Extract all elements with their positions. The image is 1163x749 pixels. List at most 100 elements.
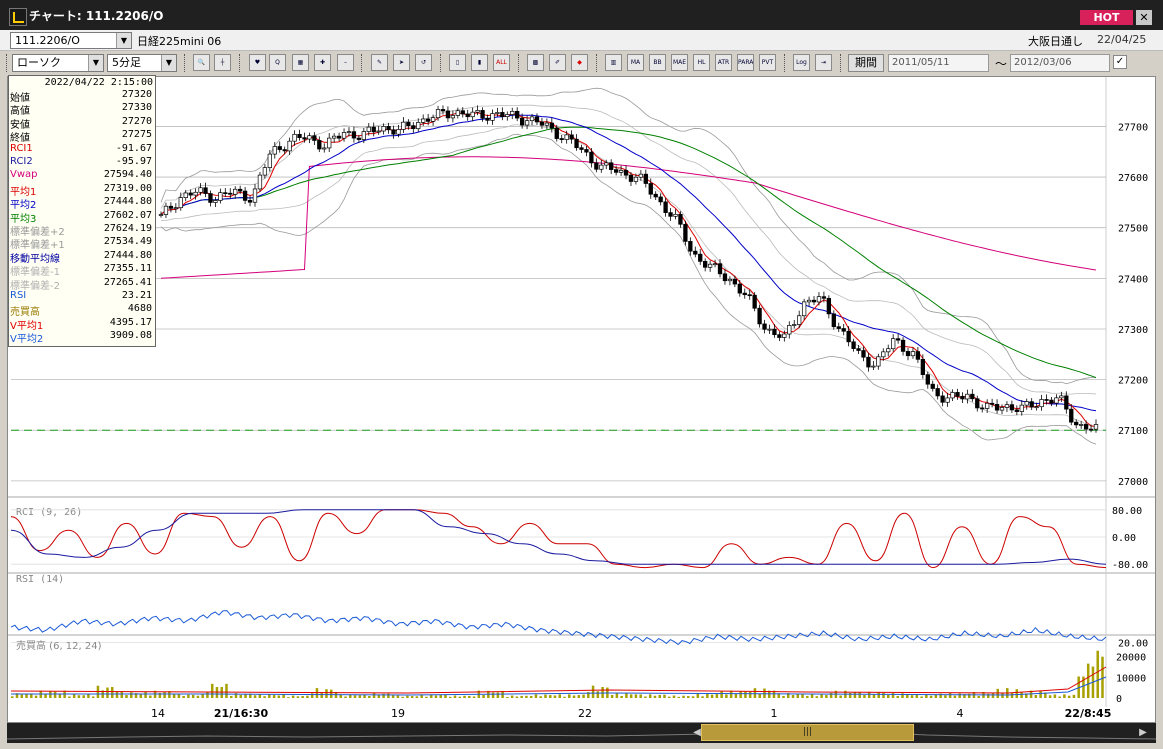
hot-button[interactable]: HOT [1080, 10, 1133, 25]
volume-bar [110, 687, 114, 698]
volume-bar [149, 695, 152, 698]
volume-bar [172, 694, 176, 698]
date-to-field[interactable]: 2012/03/06 [1010, 54, 1110, 72]
candle-body [411, 125, 416, 130]
hand-icon[interactable]: ↺ [415, 54, 432, 71]
export-icon[interactable]: ⇥ [815, 54, 832, 71]
candle-body [663, 201, 668, 213]
volume-bar [434, 695, 438, 698]
all-icon[interactable]: ALL [493, 54, 510, 71]
para-icon[interactable]: PARA [737, 54, 754, 71]
bars-icon[interactable]: ▥ [605, 54, 622, 71]
volume-bar [1086, 663, 1090, 698]
volume-panel-title: 売買高 (6, 12, 24) [16, 639, 102, 652]
symbol-code-select[interactable]: 111.2206/O ▼ [10, 32, 132, 49]
toolbar: ローソク ▼ 5分足 ▼ 🔍 ┼ ♥ Q ▦ ✚ – ✎ ➤ ↺ ▯ ▮ ALL… [0, 51, 1163, 75]
volume-bar [548, 695, 552, 698]
mae-icon[interactable]: MAE [671, 54, 688, 71]
volume-bar [253, 695, 257, 698]
candle-body [618, 170, 624, 173]
candle-body [515, 110, 520, 119]
candle-body [945, 397, 950, 403]
cursor-icon[interactable]: ➤ [393, 54, 410, 71]
log-icon[interactable]: Log [793, 54, 810, 71]
volume-bar [644, 696, 647, 698]
volume-bar [225, 683, 228, 698]
interval-select[interactable]: 5分足 ▼ [107, 54, 177, 72]
volume-bar [282, 694, 285, 698]
candle-body [717, 263, 723, 275]
chevron-down-icon[interactable]: ▼ [161, 55, 176, 71]
interval-value: 5分足 [112, 56, 141, 69]
grid-icon[interactable]: ▩ [527, 54, 544, 71]
volume-bar [825, 695, 828, 698]
period-checkbox[interactable]: ✓ [1113, 55, 1127, 69]
volume-bar [239, 694, 243, 698]
candle-body [876, 356, 881, 367]
volume-bar [620, 696, 623, 698]
volume-bar [958, 693, 961, 698]
price-tick-label: 27100 [1118, 426, 1148, 437]
info-row: V平均2 3909.08 [9, 330, 155, 345]
search-q-icon[interactable]: Q [269, 54, 286, 71]
candle2-icon[interactable]: ▮ [471, 54, 488, 71]
candle-body [905, 351, 911, 357]
x-axis-label: 1 [771, 707, 778, 720]
ma-icon[interactable]: MA [627, 54, 644, 71]
volume-bar [648, 694, 652, 698]
chart-canvas[interactable]: 27000 27100 27200 27300 27400 27500 27600 27700… [8, 77, 1156, 723]
volume-ma1-line [10, 666, 1107, 694]
candle-body [440, 109, 446, 112]
scroll-thumb[interactable]: ||| [701, 724, 914, 741]
chart-type-select[interactable]: ローソク ▼ [12, 54, 104, 72]
candle-body [871, 365, 876, 368]
candle-body [604, 162, 609, 166]
candle-body [985, 402, 990, 409]
crosshair-icon[interactable]: ┼ [214, 54, 231, 71]
time-scrollbar[interactable]: ◀ ||| ▶ [7, 723, 1156, 743]
volume-bar [596, 691, 600, 698]
volume-bar [187, 694, 190, 698]
price-tick-label: 27700 [1118, 122, 1148, 133]
volume-bar [329, 689, 333, 698]
candle-body [712, 263, 718, 266]
candle-body [297, 133, 302, 138]
candle-body [277, 146, 282, 150]
volume-bar [553, 695, 557, 698]
info-row: 売買高 4680 [9, 303, 155, 318]
volume-bar [296, 696, 300, 698]
pen-icon[interactable]: ✎ [371, 54, 388, 71]
scroll-right-arrow[interactable]: ▶ [1137, 726, 1149, 740]
palette-icon[interactable]: ◆ [571, 54, 588, 71]
close-button[interactable]: ✕ [1136, 10, 1152, 25]
chevron-down-icon[interactable]: ▼ [116, 33, 131, 48]
mark-buy-icon[interactable]: ♥ [249, 54, 266, 71]
mark-sell-icon[interactable]: ✚ [314, 54, 331, 71]
info-row: 標準偏差-2 27265.41 [9, 277, 155, 292]
candle-body [376, 130, 381, 133]
volume-bar [934, 694, 938, 698]
chart-area[interactable]: 27000 27100 27200 27300 27400 27500 27600 27700… [7, 76, 1156, 723]
period-button[interactable]: 期間 [848, 54, 884, 72]
bb-icon[interactable]: BB [649, 54, 666, 71]
date-from-field[interactable]: 2011/05/11 [888, 54, 989, 72]
candle-body [777, 334, 782, 338]
candle-icon[interactable]: ▯ [449, 54, 466, 71]
pvt-icon[interactable]: PVT [759, 54, 776, 71]
hl-icon[interactable]: HL [693, 54, 710, 71]
candle-body [480, 110, 485, 119]
zoom-icon[interactable]: 🔍 [193, 54, 210, 71]
chevron-down-icon[interactable]: ▼ [88, 55, 103, 71]
brush-icon[interactable]: ✐ [549, 54, 566, 71]
candle-body [188, 192, 193, 196]
candle-body [430, 117, 436, 122]
candle-body [1004, 404, 1010, 408]
atr-icon[interactable]: ATR [715, 54, 732, 71]
volume-bar [453, 695, 457, 698]
dash-icon[interactable]: – [337, 54, 354, 71]
calendar-icon[interactable]: ▦ [292, 54, 309, 71]
volume-bar [1001, 693, 1004, 698]
volume-bar [539, 696, 542, 698]
info-row-value: 27624.19 [103, 223, 152, 234]
x-axis-label: 22 [578, 707, 592, 720]
